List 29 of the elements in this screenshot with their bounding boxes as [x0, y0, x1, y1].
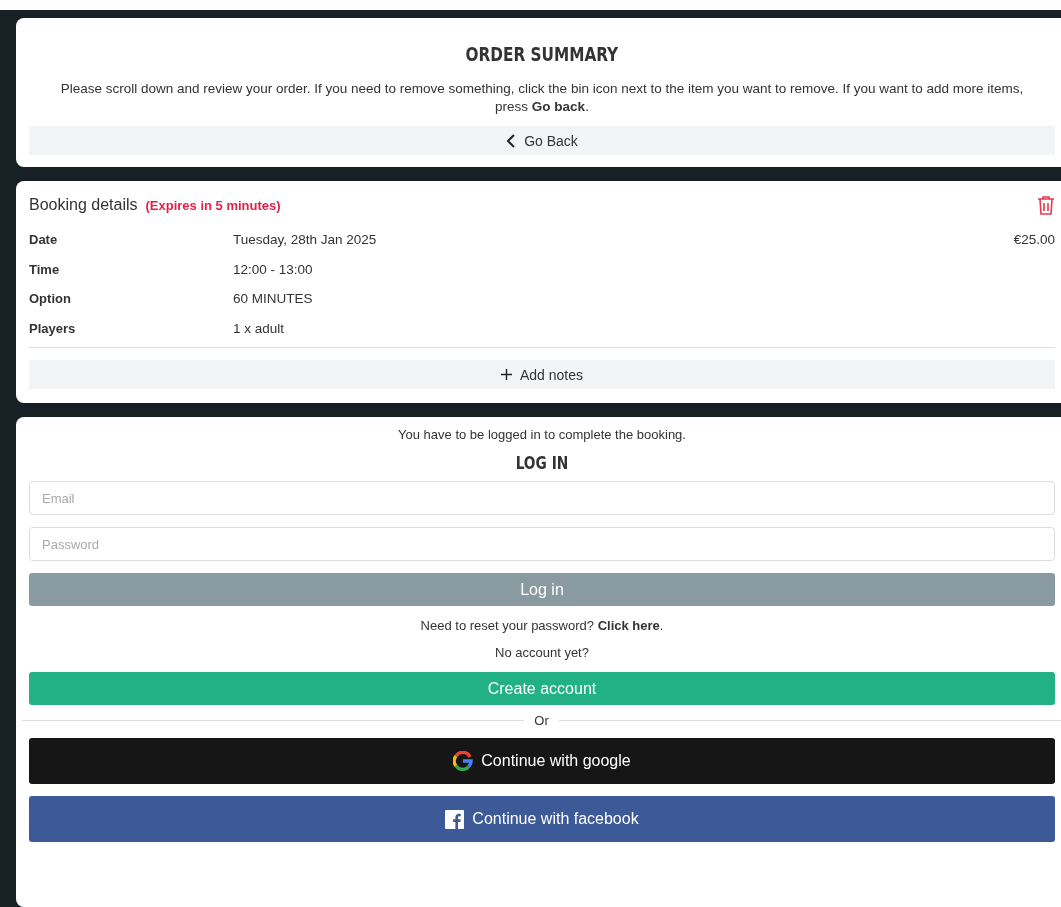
divider-text: Or: [534, 713, 549, 728]
facebook-button[interactable]: Continue with facebook: [29, 796, 1055, 842]
expiry-text: (Expires in 5 minutes): [145, 197, 281, 213]
detail-value: 12:00 - 13:00: [233, 261, 314, 277]
no-account-text: No account yet?: [494, 645, 590, 660]
reset-password-text: Need to reset your password? Click here.: [419, 618, 665, 633]
go-back-button[interactable]: Go Back: [29, 126, 1055, 155]
page-title: ORDER SUMMARY: [465, 42, 619, 66]
trash-icon[interactable]: [1037, 195, 1055, 215]
booking-title: Booking details: [29, 196, 138, 214]
facebook-logo-icon: [445, 809, 465, 829]
email-field[interactable]: Email: [29, 481, 1055, 515]
detail-value: 1 x adult: [233, 320, 286, 336]
detail-value: 60 MINUTES: [233, 291, 314, 307]
detail-label: Players: [29, 320, 77, 336]
chevron-left-icon: [506, 133, 517, 148]
login-title: LOG IN: [515, 452, 569, 473]
detail-label: Date: [29, 232, 59, 248]
password-field[interactable]: Password: [29, 527, 1055, 561]
detail-value: Tuesday, 28th Jan 2025: [233, 232, 378, 248]
add-notes-button[interactable]: Add notes: [29, 360, 1055, 389]
detail-label: Option: [29, 291, 72, 307]
google-logo-icon: [453, 751, 474, 771]
google-button[interactable]: Continue with google: [29, 738, 1055, 784]
detail-label: Time: [29, 261, 61, 277]
intro-text: Please scroll down and review your order. If you need to remove something, click the bin icon next to the item you want to remove. If you want to add more items, press Go back.: [59, 80, 1025, 116]
plus-icon: [500, 369, 512, 380]
price-text: €25.00: [1013, 232, 1055, 248]
login-notice: You have to be logged in to complete the booking.: [397, 427, 687, 442]
